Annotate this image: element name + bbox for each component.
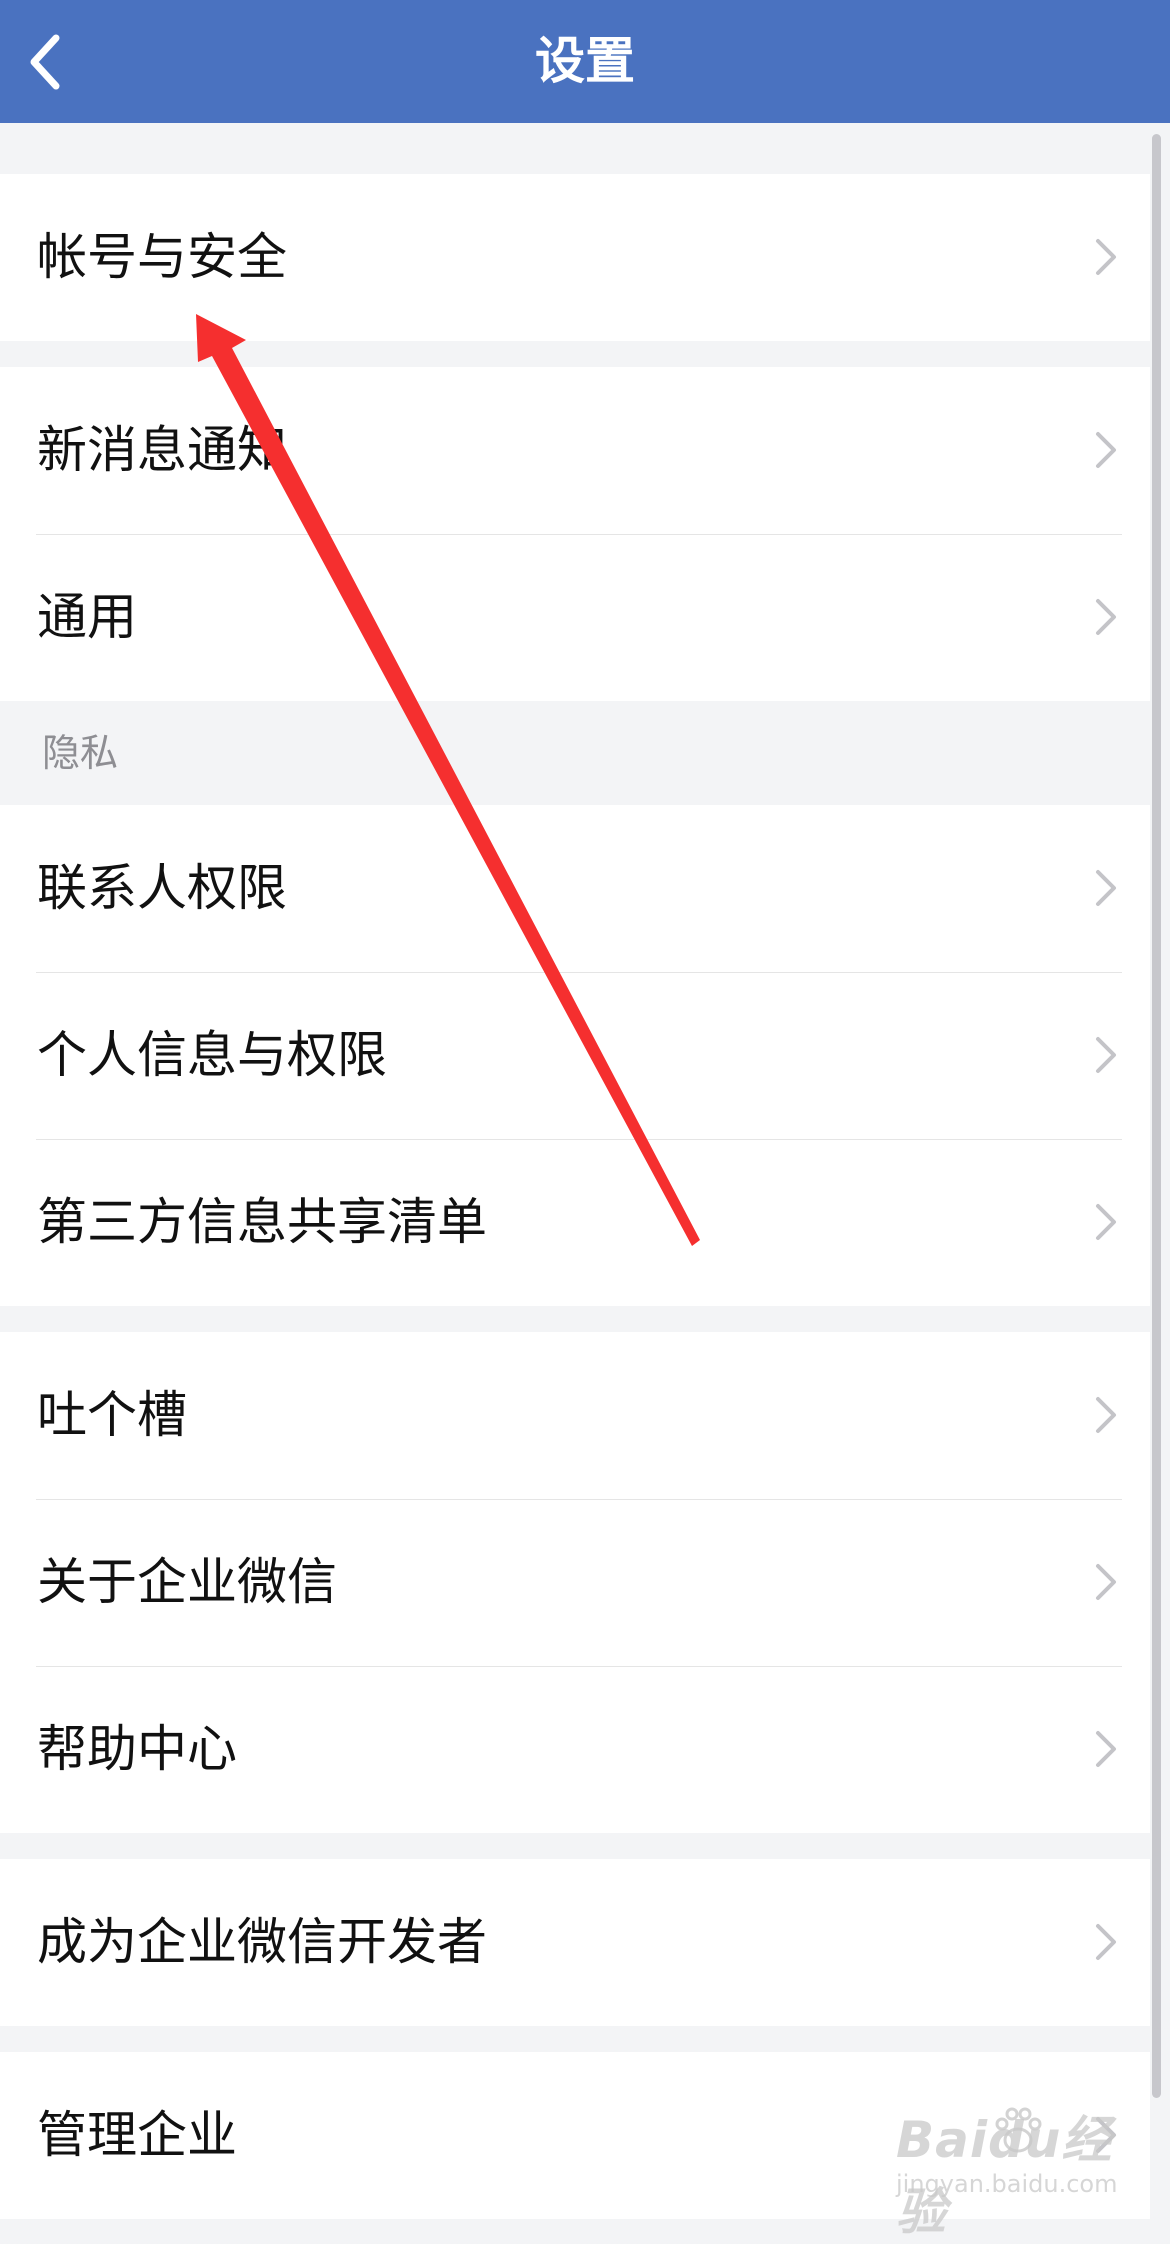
settings-item-label: 第三方信息共享清单	[37, 1193, 487, 1251]
settings-item-account-security[interactable]: 帐号与安全	[0, 174, 1150, 341]
settings-item-become-developer[interactable]: 成为企业微信开发者	[0, 1859, 1150, 2026]
settings-item-label: 个人信息与权限	[37, 1026, 387, 1084]
chevron-right-icon	[1096, 1924, 1116, 1960]
settings-item-label: 成为企业微信开发者	[37, 1913, 487, 1971]
settings-item-third-party-sharing-list[interactable]: 第三方信息共享清单	[0, 1139, 1150, 1306]
settings-item-contact-permissions[interactable]: 联系人权限	[0, 805, 1150, 972]
settings-group: 帐号与安全	[0, 174, 1150, 341]
settings-item-label: 关于企业微信	[37, 1553, 337, 1611]
section-gap	[0, 341, 1150, 367]
chevron-right-icon	[1096, 870, 1116, 906]
settings-item-label: 帐号与安全	[37, 228, 287, 286]
settings-item-personal-info-permissions[interactable]: 个人信息与权限	[0, 972, 1150, 1139]
section-gap	[0, 1833, 1150, 1859]
settings-item-label: 通用	[37, 588, 137, 646]
settings-item-feedback[interactable]: 吐个槽	[0, 1332, 1150, 1499]
section-gap	[0, 1306, 1150, 1332]
settings-group: 吐个槽 关于企业微信 帮助中心	[0, 1332, 1150, 1833]
settings-item-help-center[interactable]: 帮助中心	[0, 1666, 1150, 1833]
settings-item-label: 新消息通知	[37, 421, 287, 479]
chevron-right-icon	[1096, 1564, 1116, 1600]
watermark-url: jingyan.baidu.com	[896, 2170, 1118, 2198]
chevron-right-icon	[1096, 1731, 1116, 1767]
paw-icon	[995, 2107, 1042, 2153]
settings-item-label: 吐个槽	[37, 1386, 187, 1444]
settings-item-new-message-notification[interactable]: 新消息通知	[0, 367, 1150, 534]
chevron-right-icon	[1096, 1037, 1116, 1073]
navigation-bar: 设置	[0, 0, 1170, 123]
scrollbar[interactable]	[1152, 134, 1161, 2098]
chevron-right-icon	[1096, 239, 1116, 275]
settings-list: 帐号与安全 新消息通知 通用 隐私 联系人权限 个人信息与权限 第三方信息共享清…	[0, 174, 1150, 2219]
baidu-watermark: Baidu经验 jingyan.baidu.com	[896, 2100, 1146, 2241]
chevron-right-icon	[1096, 599, 1116, 635]
settings-group: 成为企业微信开发者	[0, 1859, 1150, 2026]
section-gap	[0, 2026, 1150, 2052]
settings-group: 联系人权限 个人信息与权限 第三方信息共享清单	[0, 805, 1150, 1306]
settings-item-about[interactable]: 关于企业微信	[0, 1499, 1150, 1666]
settings-group: 新消息通知 通用	[0, 367, 1150, 701]
section-header-privacy: 隐私	[0, 701, 1150, 805]
settings-item-general[interactable]: 通用	[0, 534, 1150, 701]
settings-item-label: 联系人权限	[37, 859, 287, 917]
settings-item-label: 帮助中心	[37, 1720, 237, 1778]
chevron-right-icon	[1096, 1204, 1116, 1240]
page-title: 设置	[535, 32, 635, 90]
chevron-right-icon	[1096, 1397, 1116, 1433]
chevron-right-icon	[1096, 432, 1116, 468]
settings-item-label: 管理企业	[37, 2106, 237, 2164]
